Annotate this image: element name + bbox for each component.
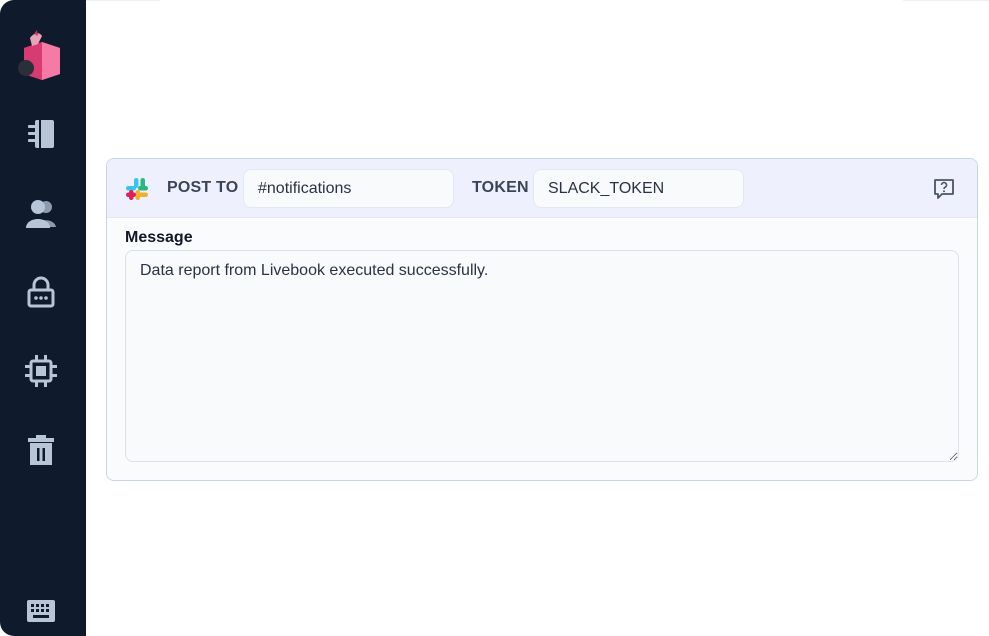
post-to-label: POST TO: [167, 179, 239, 196]
channel-input[interactable]: [243, 169, 454, 208]
keyboard-icon[interactable]: [23, 593, 59, 629]
token-label: TOKEN: [472, 179, 529, 196]
cell-body: Message Data report from Livebook execut…: [107, 219, 977, 480]
cpu-icon[interactable]: [23, 353, 59, 389]
sidebar: [0, 0, 86, 636]
top-divider-right: [903, 0, 989, 1]
top-divider-left: [86, 0, 160, 1]
message-textarea[interactable]: Data report from Livebook executed succe…: [125, 250, 959, 462]
users-icon[interactable]: [23, 195, 59, 231]
notebooks-icon[interactable]: [23, 116, 59, 152]
lock-icon[interactable]: [23, 274, 59, 310]
help-icon[interactable]: [933, 178, 955, 200]
livebook-logo[interactable]: [16, 28, 64, 82]
slack-icon: [125, 177, 149, 201]
message-label: Message: [125, 229, 193, 246]
slack-smart-cell: POST TO TOKEN Message Data report from L…: [106, 158, 978, 481]
token-input[interactable]: [533, 169, 744, 208]
cell-header: POST TO TOKEN: [107, 159, 977, 218]
trash-icon[interactable]: [23, 432, 59, 468]
